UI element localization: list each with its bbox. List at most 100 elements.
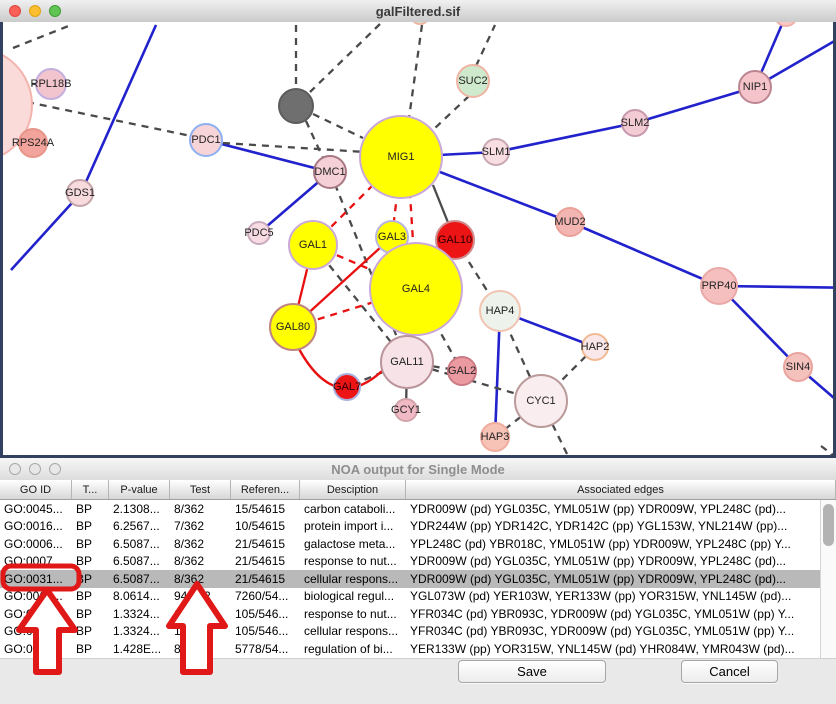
zoom-icon[interactable] [49,463,61,475]
network-edge[interactable] [310,24,380,92]
table-cell: BP [72,607,109,621]
network-node-gray-node[interactable] [278,88,314,124]
network-edge[interactable] [81,25,156,193]
table-cell: YPL248C (pd) YBR018C, YML051W (pp) YDR00… [406,537,820,551]
table-cell: 105/546... [231,607,300,621]
network-node-RPL18B[interactable]: RPL18B [35,68,67,100]
column-header-3[interactable]: Test [170,480,231,499]
network-edge[interactable] [635,87,755,123]
table-cell: regulation of bi... [300,642,406,656]
table-row[interactable]: GO:0050...BP1.428E...80/3625778/54...reg… [0,640,820,658]
vertical-scrollbar[interactable] [820,500,836,658]
table-cell: YDR244W (pp) YDR142C, YDR142C (pp) YGL15… [406,519,820,533]
close-icon[interactable] [9,463,21,475]
table-cell: GO:0006... [0,537,72,551]
network-edge[interactable] [570,222,719,286]
network-node-GAL11[interactable]: GAL11 [380,335,434,389]
network-node-GAL80[interactable]: GAL80 [269,303,317,351]
network-node-CYC1[interactable]: CYC1 [514,374,568,428]
table-cell: YFR034C (pd) YBR093C, YDR009W (pd) YGL03… [406,624,820,638]
network-node-PRP40[interactable]: PRP40 [700,267,738,305]
column-header-4[interactable]: Referen... [231,480,300,499]
network-node-PDC5[interactable]: PDC5 [247,221,271,245]
network-node-HAP2[interactable]: HAP2 [581,333,609,361]
network-edge[interactable] [313,114,363,138]
table-cell: BP [72,572,109,586]
close-icon[interactable] [9,5,21,17]
network-edge[interactable] [306,121,323,158]
table-cell: 2.1308... [109,502,170,516]
network-node-HAP3[interactable]: HAP3 [480,422,510,452]
table-cell: 21/54615 [231,537,300,551]
table-cell: protein import i... [300,519,406,533]
minimize-icon[interactable] [29,463,41,475]
zoom-icon[interactable] [49,5,61,17]
table-cell: 1.3324... [109,607,170,621]
network-node-SLM1[interactable]: SLM1 [482,138,510,166]
table-cell: BP [72,502,109,516]
table-row[interactable]: GO:0031...BP6.5087...8/36221/54615cellul… [0,570,820,588]
table-cell: 7260/54... [231,589,300,603]
network-edge[interactable] [13,25,71,48]
table-cell: 80/362 [170,642,231,656]
scrollbar-thumb[interactable] [823,504,834,546]
network-edge[interactable] [821,446,836,458]
network-node-MIG1[interactable]: MIG1 [359,115,443,199]
table-row[interactable]: GO:0007...BP6.5087...8/36221/54615respon… [0,553,820,571]
table-cell: cellular respons... [300,572,406,586]
network-edge[interactable] [409,25,422,118]
table-cell: biological regul... [300,589,406,603]
table-cell: BP [72,642,109,656]
network-node-GAL7[interactable]: GAL7 [333,373,361,401]
network-node-RPS24A[interactable]: RPS24A [18,128,48,158]
table-cell: 6.5087... [109,537,170,551]
network-node-GAL4[interactable]: GAL4 [369,242,463,336]
network-node-GAL1[interactable]: GAL1 [288,220,338,270]
table-cell: YER133W (pp) YOR315W, YNL145W (pd) YHR08… [406,642,820,656]
network-edges [3,22,836,458]
network-node-GCY1[interactable]: GCY1 [394,398,418,422]
network-node-GAL2[interactable]: GAL2 [447,356,477,386]
network-node-NIP1[interactable]: NIP1 [738,70,772,104]
network-node-SLM2[interactable]: SLM2 [621,109,649,137]
table-cell: 1.428E... [109,642,170,656]
noa-titlebar: NOA output for Single Mode [0,458,836,481]
table-cell: 11/362 [170,607,231,621]
table-cell: 8/362 [170,537,231,551]
table-cell: GO:0050... [0,642,72,656]
table-cell: 6.2567... [109,519,170,533]
network-node-DMC1[interactable]: DMC1 [313,155,347,189]
noa-output-window: NOA output for Single Mode GO IDT...P-va… [0,458,836,704]
network-node-MUD2[interactable]: MUD2 [555,207,585,237]
column-header-2[interactable]: P-value [109,480,170,499]
table-row[interactable]: GO:0006...BP6.5087...8/36221/54615galact… [0,535,820,553]
table-cell: GO:0045... [0,502,72,516]
network-node-GDS1[interactable]: GDS1 [66,179,94,207]
table-cell: 11/362 [170,624,231,638]
cancel-button[interactable]: Cancel [681,660,778,683]
network-node-HAP4[interactable]: HAP4 [479,290,521,332]
table-row[interactable]: GO:0031...BP1.3324...11/362105/546...cel… [0,623,820,641]
minimize-icon[interactable] [29,5,41,17]
network-edge[interactable] [11,193,81,270]
network-edge[interactable] [435,96,469,128]
table-row[interactable]: GO:0031...BP1.3324...11/362105/546...res… [0,605,820,623]
network-node-PDC1[interactable]: PDC1 [189,123,223,157]
table-row[interactable]: GO:0045...BP2.1308...8/36215/54615carbon… [0,500,820,518]
table-cell: GO:0007... [0,554,72,568]
network-edge[interactable] [476,25,495,66]
save-button[interactable]: Save [458,660,606,683]
table-cell: response to nut... [300,554,406,568]
table-row[interactable]: GO:0016...BP6.2567...7/36210/54615protei… [0,518,820,536]
table-cell: carbon cataboli... [300,502,406,516]
network-edge[interactable] [496,123,635,152]
column-header-1[interactable]: T... [72,480,109,499]
network-canvas[interactable]: RPL18B RPS24A GDS1 PDC1 MIG1 DMC1 SUC2 SLM1 SLM2… [0,22,836,458]
column-header-5[interactable]: Desciption [300,480,406,499]
column-header-6[interactable]: Associated edges [406,480,836,499]
table-cell: 21/54615 [231,554,300,568]
column-header-0[interactable]: GO ID [0,480,72,499]
table-row[interactable]: GO:0065...BP8.0614...94/3627260/54...bio… [0,588,820,606]
network-node-SIN4[interactable]: SIN4 [783,352,813,382]
network-node-SUC2[interactable]: SUC2 [456,64,490,98]
